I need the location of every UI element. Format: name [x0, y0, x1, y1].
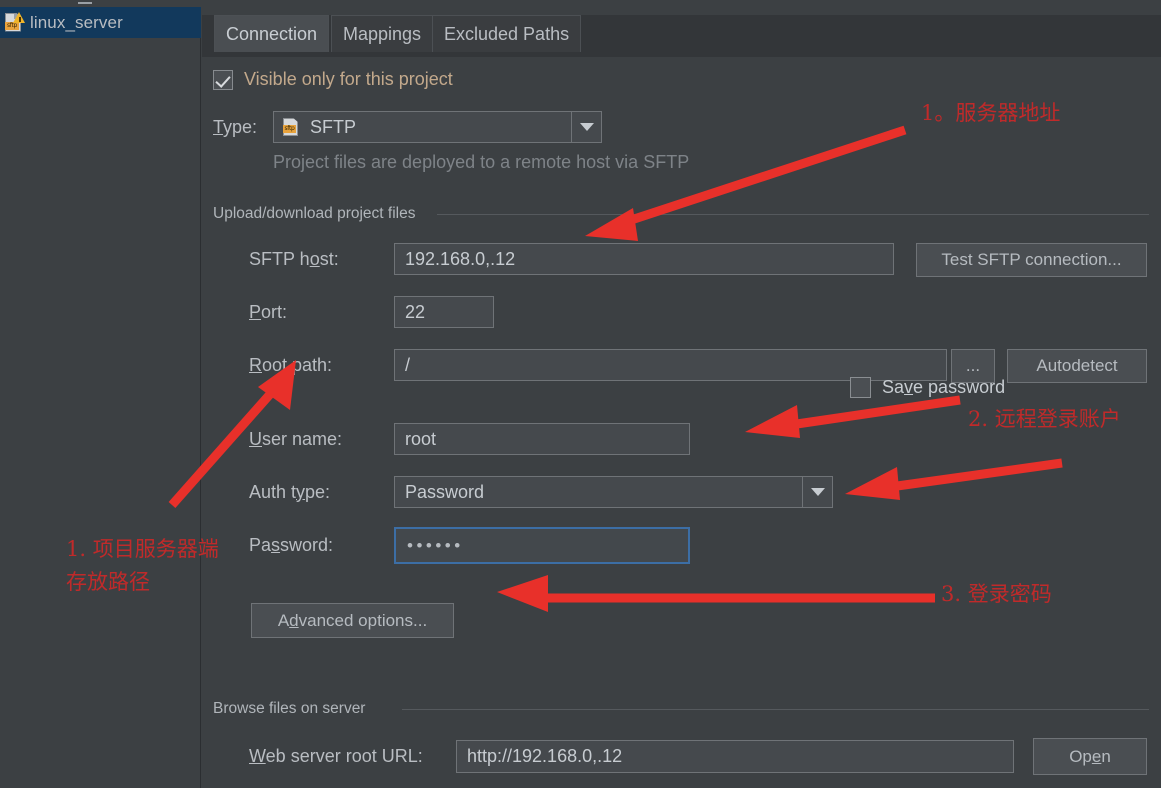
annotation-arrows	[168, 125, 1063, 612]
deployment-settings-window: sftp linux_server Connection Mappings Ex…	[0, 0, 1161, 788]
